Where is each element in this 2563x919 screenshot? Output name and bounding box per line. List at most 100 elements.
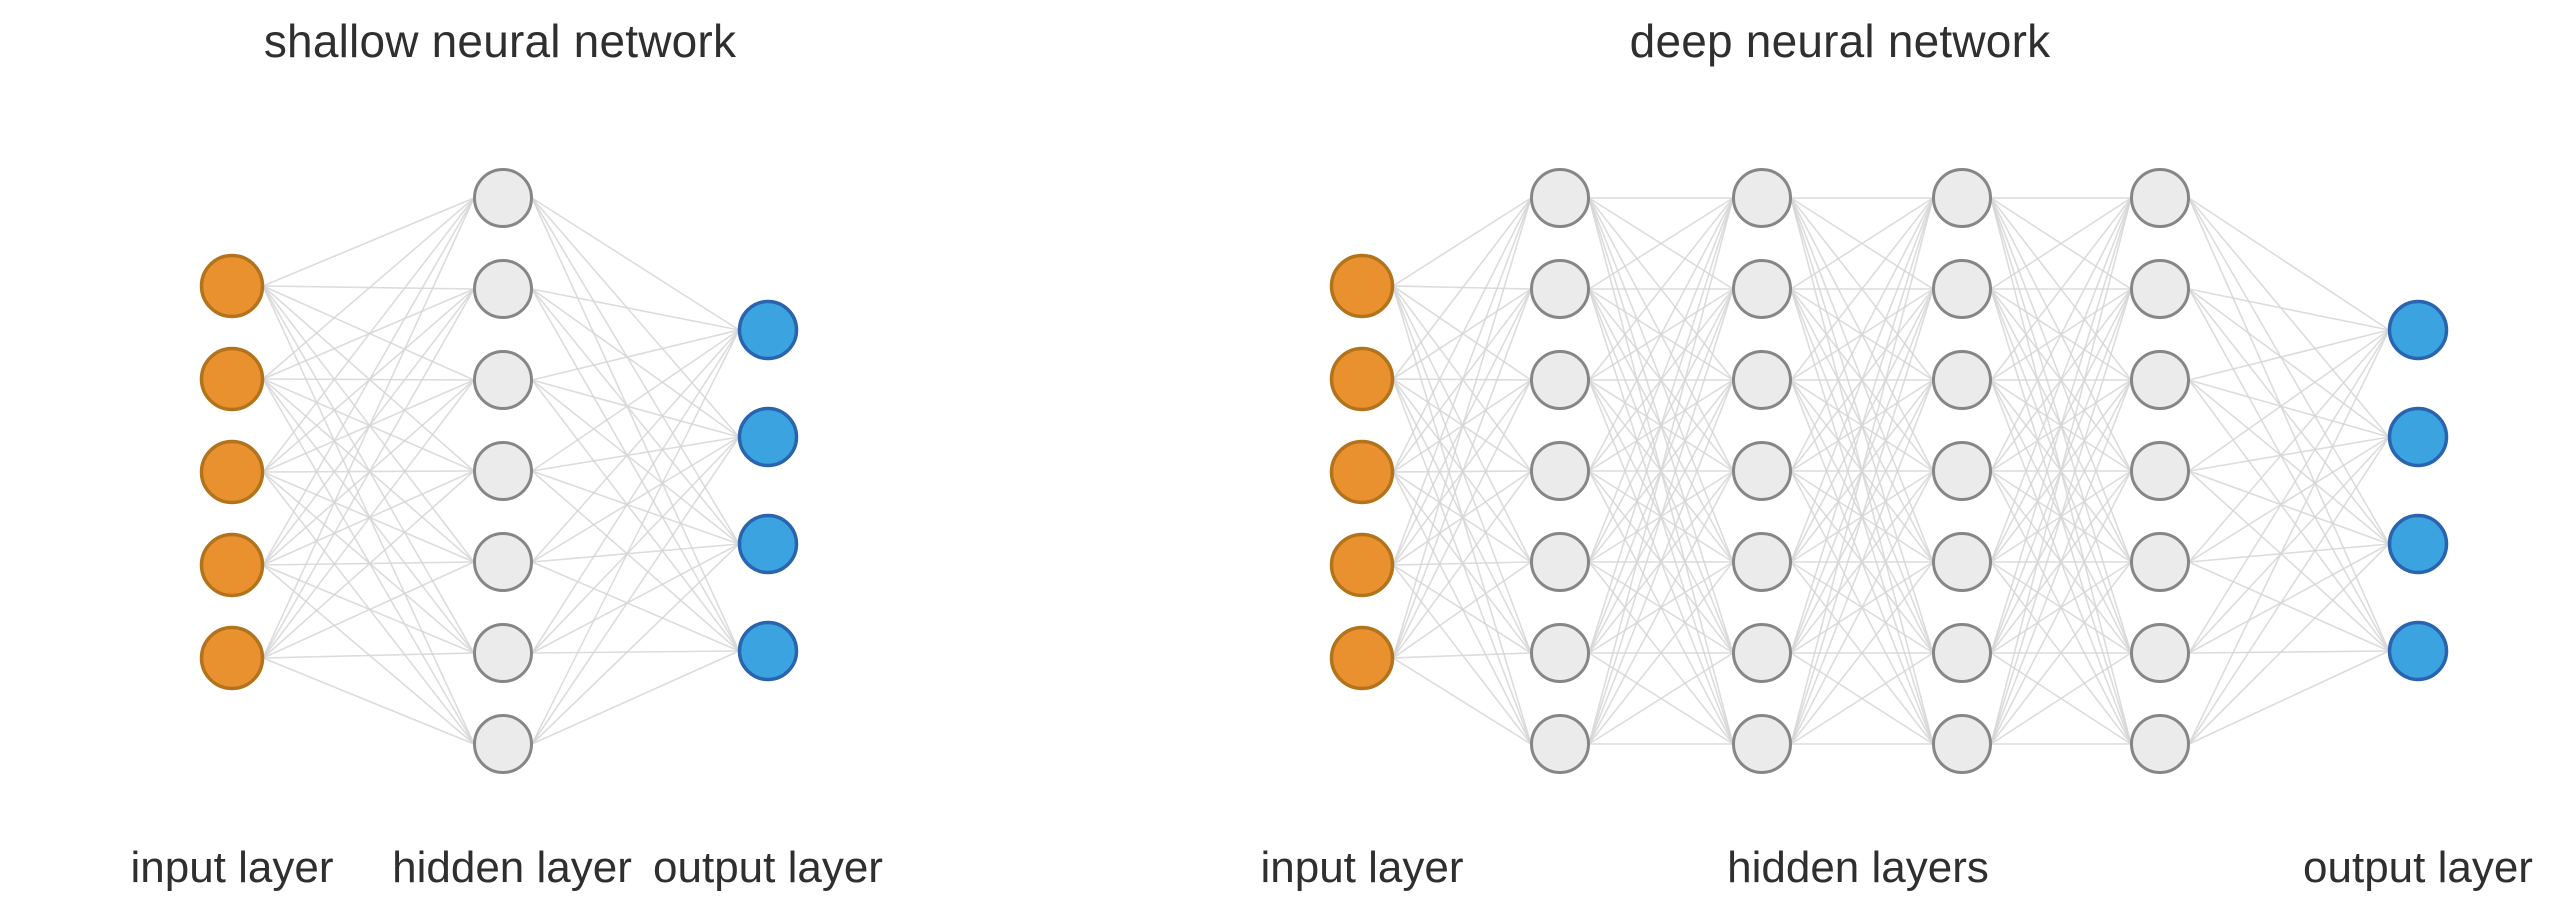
layer-label-deep-hidden: hidden layers [1727,843,1989,892]
neuron-node-shallow-1-0 [473,168,533,228]
neuron-node-deep-4-1 [2130,259,2190,319]
neuron-node-shallow-1-5 [473,623,533,683]
panel-title-deep: deep neural network [1629,15,2051,67]
network-edge [2188,379,2390,652]
network-edge [531,379,740,545]
network-edge [2188,288,2390,545]
neuron-node-deep-4-0 [2130,168,2190,228]
neuron-node-deep-5-1 [2387,406,2449,468]
network-edge [2188,379,2390,438]
network-edge [2188,543,2390,563]
neuron-node-shallow-2-2 [737,513,799,575]
network-edge [531,379,740,438]
network-edge [262,379,475,659]
neuron-node-shallow-0-1 [199,346,265,412]
network-edge [2188,650,2390,654]
neuron-node-shallow-0-4 [199,625,265,691]
network-edge [1392,197,1532,566]
neuron-node-deep-1-0 [1530,168,1590,228]
layer-label-deep-output: output layer [2303,843,2533,892]
network-edge [2188,436,2390,563]
neuron-node-deep-2-1 [1732,259,1792,319]
neuron-node-deep-2-4 [1732,532,1792,592]
neuron-node-deep-3-0 [1932,168,1992,228]
network-edge [1392,561,1532,659]
neuron-node-shallow-1-6 [473,714,533,774]
network-edge [531,329,740,745]
neuron-node-shallow-1-3 [473,441,533,501]
neuron-node-shallow-2-0 [737,299,799,361]
neuron-node-deep-2-0 [1732,168,1792,228]
neuron-node-deep-3-4 [1932,532,1992,592]
network-edge [1392,288,1532,659]
network-edge [2188,329,2390,563]
neuron-node-deep-3-1 [1932,259,1992,319]
network-edge [1392,564,1532,654]
network-edge [2188,561,2390,652]
network-edge [1392,197,1532,659]
neuron-node-deep-2-6 [1732,714,1792,774]
network-edge [2188,543,2390,745]
neuron-node-deep-1-4 [1530,532,1590,592]
neuron-node-deep-2-5 [1732,623,1792,683]
network-edge [262,564,475,654]
network-edge [262,378,475,472]
network-edge [2188,288,2390,438]
network-edge [1392,197,1532,287]
neuron-node-deep-5-3 [2387,620,2449,682]
diagram-canvas: shallow neural network deep neural netwo… [0,0,2563,919]
network-edge [262,197,475,287]
neuron-node-shallow-1-2 [473,350,533,410]
layer-label-shallow-output: output layer [653,843,883,892]
neuron-node-deep-0-3 [1329,532,1395,598]
network-edge [531,379,740,652]
neuron-node-deep-1-2 [1530,350,1590,410]
network-edge [1392,378,1532,472]
network-edge [1392,197,1532,473]
neuron-node-shallow-2-1 [737,406,799,468]
neuron-node-deep-4-4 [2130,532,2190,592]
neuron-node-deep-1-1 [1530,259,1590,319]
network-edge [531,197,740,652]
neuron-node-deep-0-2 [1329,439,1395,505]
network-edge [531,288,740,545]
neuron-node-deep-0-1 [1329,346,1395,412]
network-edge [531,543,740,563]
network-edge [531,329,740,563]
panel-title-shallow: shallow neural network [263,15,737,67]
neuron-node-deep-0-0 [1329,253,1395,319]
network-edge [262,288,475,659]
network-edge [531,436,740,563]
neuron-node-shallow-1-1 [473,259,533,319]
network-edge [531,650,740,654]
network-edge [262,471,475,745]
neuron-node-shallow-0-3 [199,532,265,598]
edges-group [262,197,2390,745]
network-edge [262,561,475,659]
neuron-node-shallow-0-0 [199,253,265,319]
neuron-node-deep-1-5 [1530,623,1590,683]
network-edge [2188,379,2390,545]
neuron-node-deep-5-2 [2387,513,2449,575]
layer-label-deep-input: input layer [1260,843,1464,892]
network-edge [262,197,475,473]
network-edge [2188,436,2390,472]
network-edge [2188,329,2390,745]
network-edge [2188,197,2390,652]
neuron-node-shallow-1-4 [473,532,533,592]
neuron-node-deep-3-5 [1932,623,1992,683]
neuron-node-deep-2-3 [1732,441,1792,501]
network-graphics [199,168,2449,774]
network-edge [531,436,740,472]
neuron-node-deep-1-6 [1530,714,1590,774]
neuron-node-deep-3-6 [1932,714,1992,774]
network-edge [531,561,740,652]
neuron-node-deep-4-6 [2130,714,2190,774]
neuron-node-deep-5-0 [2387,299,2449,361]
neuron-node-deep-0-4 [1329,625,1395,691]
neuron-node-deep-4-5 [2130,623,2190,683]
neuron-node-deep-4-2 [2130,350,2190,410]
network-edge [262,657,475,745]
neuron-node-shallow-2-3 [737,620,799,682]
network-edge [262,285,475,563]
